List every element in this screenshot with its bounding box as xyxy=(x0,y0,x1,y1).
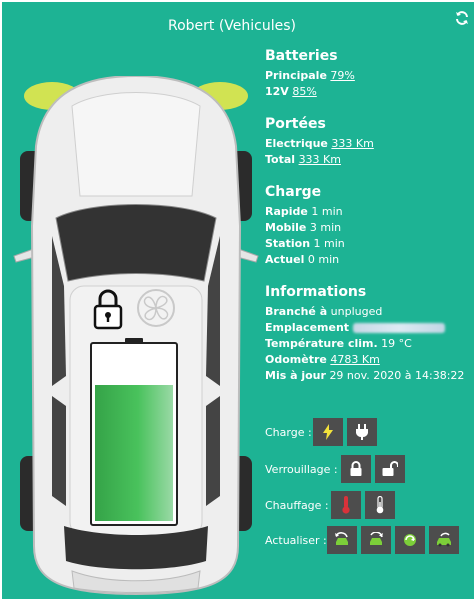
location-label: Emplacement xyxy=(265,321,350,334)
lock-controls-label: Verrouillage : xyxy=(265,463,338,476)
refresh-location-button[interactable] xyxy=(395,526,425,554)
updated-label: Mis à jour xyxy=(265,369,326,382)
widget-title: Robert (Vehicules) xyxy=(167,18,297,34)
charge-actuel-value: 0 min xyxy=(307,253,340,266)
vehicle-widget: Robert (Vehicules) Batteries Principale … xyxy=(2,2,474,599)
section-portees: Portées Electrique 333 Km Total 333 Km xyxy=(265,116,470,168)
car-refresh-icon xyxy=(437,532,451,547)
lock-open-icon xyxy=(382,461,398,476)
odometer-value[interactable]: 4783 Km xyxy=(330,353,379,366)
batteries-heading: Batteries xyxy=(265,48,338,64)
charge-station-label: Station xyxy=(265,237,311,250)
heating-on-button[interactable] xyxy=(331,491,361,519)
charge-actuel-label: Actuel xyxy=(265,253,305,266)
thermometer-hot-icon xyxy=(342,496,350,514)
charge-station-value: 1 min xyxy=(313,237,345,250)
charge-heading: Charge xyxy=(265,184,322,200)
lock-closed-icon xyxy=(350,461,362,476)
temperature-row: Température clim. 19 °C xyxy=(265,336,470,352)
charge-plug-button[interactable] xyxy=(347,418,377,446)
battery-12v-label: 12V xyxy=(265,85,289,98)
charge-fast-button[interactable] xyxy=(313,418,343,446)
odometer-row: Odomètre 4783 Km xyxy=(265,352,470,368)
car-refresh-icon xyxy=(370,532,383,545)
charge-rapide-row: Rapide 1 min xyxy=(265,204,470,220)
plug-icon xyxy=(356,424,368,440)
refresh-icon[interactable] xyxy=(454,10,470,26)
range-total-label: Total xyxy=(265,153,296,166)
lightning-icon xyxy=(323,424,333,440)
portees-heading: Portées xyxy=(265,116,326,132)
fan-icon xyxy=(137,289,175,327)
plug-row: Branché à unpluged xyxy=(265,304,470,320)
unlock-button[interactable] xyxy=(375,455,405,483)
car-refresh-icon xyxy=(335,532,348,545)
temperature-value: 19 °C xyxy=(381,337,412,350)
charge-actuel-row: Actuel 0 min xyxy=(265,252,470,268)
thermometer-icon xyxy=(376,496,384,514)
battery-main-value[interactable]: 79% xyxy=(330,69,354,82)
heating-off-button[interactable] xyxy=(365,491,395,519)
odometer-label: Odomètre xyxy=(265,353,327,366)
battery-gauge xyxy=(90,338,178,526)
car-refresh-icon xyxy=(404,534,416,546)
plug-value: unpluged xyxy=(330,305,383,318)
section-charge: Charge Rapide 1 min Mobile 3 min Station… xyxy=(265,184,470,268)
range-electric-row: Electrique 333 Km xyxy=(265,136,470,152)
battery-12v-value[interactable]: 85% xyxy=(292,85,316,98)
section-informations: Informations Branché à unpluged Emplacem… xyxy=(265,284,470,384)
range-electric-value[interactable]: 333 Km xyxy=(331,137,373,150)
lock-button[interactable] xyxy=(341,455,371,483)
battery-12v-row: 12V 85% xyxy=(265,84,470,100)
charge-rapide-value: 1 min xyxy=(311,205,343,218)
charge-rapide-label: Rapide xyxy=(265,205,308,218)
padlock-icon[interactable] xyxy=(92,288,124,330)
battery-terminal xyxy=(125,338,143,343)
info-panel: Batteries Principale 79% 12V 85% Portées… xyxy=(265,48,470,400)
location-value-redacted[interactable] xyxy=(352,323,445,333)
charge-mobile-row: Mobile 3 min xyxy=(265,220,470,236)
plug-label: Branché à xyxy=(265,305,328,318)
battery-main-label: Principale xyxy=(265,69,327,82)
charge-controls-label: Charge : xyxy=(265,426,312,439)
updated-value: 29 nov. 2020 à 14:38:22 xyxy=(329,369,465,382)
battery-fill xyxy=(95,384,173,521)
refresh-controls-label: Actualiser : xyxy=(265,534,327,547)
charge-station-row: Station 1 min xyxy=(265,236,470,252)
charge-mobile-label: Mobile xyxy=(265,221,307,234)
section-batteries: Batteries Principale 79% 12V 85% xyxy=(265,48,470,100)
informations-heading: Informations xyxy=(265,284,367,300)
refresh-battery-button[interactable] xyxy=(327,526,357,554)
battery-main-row: Principale 79% xyxy=(265,68,470,84)
refresh-range-button[interactable] xyxy=(361,526,391,554)
charge-mobile-value: 3 min xyxy=(309,221,342,234)
range-total-row: Total 333 Km xyxy=(265,152,470,168)
updated-row: Mis à jour 29 nov. 2020 à 14:38:22 xyxy=(265,368,470,384)
range-total-value[interactable]: 333 Km xyxy=(299,153,341,166)
refresh-all-button[interactable] xyxy=(429,526,459,554)
location-row: Emplacement xyxy=(265,320,470,336)
heating-controls-label: Chauffage : xyxy=(265,499,329,512)
range-electric-label: Electrique xyxy=(265,137,328,150)
temperature-label: Température clim. xyxy=(265,337,378,350)
